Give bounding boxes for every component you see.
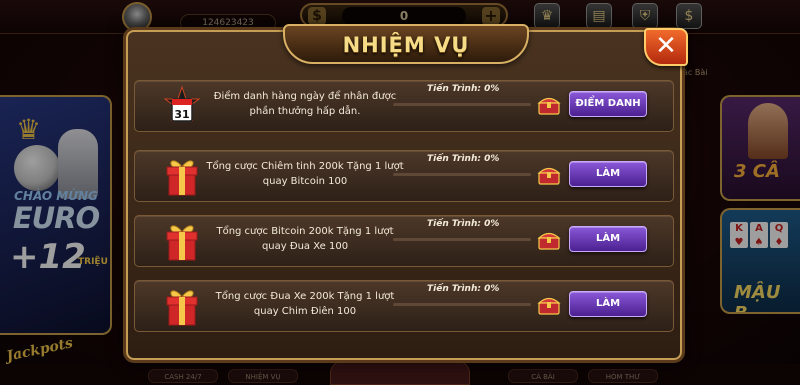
gift-box-icon	[166, 290, 198, 326]
treasure-chest-icon	[537, 297, 561, 315]
task-description: Tổng cược Đua Xe 200k Tặng 1 lượt quay C…	[215, 291, 395, 317]
treasure-chest-icon	[537, 97, 561, 115]
gift-box-icon	[166, 160, 198, 196]
task-row: Tổng cược Bitcoin 200k Tặng 1 lượt quay …	[134, 215, 674, 267]
do-task-button[interactable]: LÀM	[569, 226, 647, 252]
gift-box-icon	[166, 225, 198, 261]
task-progress-bar	[393, 173, 531, 176]
task-progress-bar	[393, 238, 531, 241]
task-progress-label: Tiến Trình: 0%	[427, 219, 500, 229]
dialog-title: NHIỆM VỤ	[342, 33, 470, 57]
dialog-title-plate: NHIỆM VỤ	[283, 24, 529, 64]
treasure-chest-icon	[537, 232, 561, 250]
missions-dialog: NHIỆM VỤ ✕ 31 Điểm danh hàng ngày để nhâ…	[126, 24, 688, 360]
calendar-icon: 31	[163, 85, 201, 122]
task-progress-label: Tiến Trình: 0%	[427, 284, 500, 294]
task-progress-label: Tiến Trình: 0%	[427, 84, 500, 94]
task-row: Tổng cược Chiêm tinh 200k Tặng 1 lượt qu…	[134, 150, 674, 202]
task-progress-bar	[393, 303, 531, 306]
do-task-button[interactable]: LÀM	[569, 161, 647, 187]
task-progress-label: Tiến Trình: 0%	[427, 154, 500, 164]
check-in-button[interactable]: ĐIỂM DANH	[569, 91, 647, 117]
close-button[interactable]: ✕	[644, 28, 688, 66]
do-task-button[interactable]: LÀM	[569, 291, 647, 317]
task-description: Tổng cược Bitcoin 200k Tặng 1 lượt quay …	[216, 226, 394, 252]
task-description: Điểm danh hàng ngày để nhân được phần th…	[213, 91, 397, 117]
task-progress-bar	[393, 103, 531, 106]
treasure-chest-icon	[537, 167, 561, 185]
calendar-day: 31	[174, 108, 189, 121]
task-row: Tổng cược Đua Xe 200k Tặng 1 lượt quay C…	[134, 280, 674, 332]
task-description: Tổng cược Chiêm tinh 200k Tặng 1 lượt qu…	[206, 161, 404, 187]
task-row: 31 Điểm danh hàng ngày để nhân được phần…	[134, 80, 674, 132]
